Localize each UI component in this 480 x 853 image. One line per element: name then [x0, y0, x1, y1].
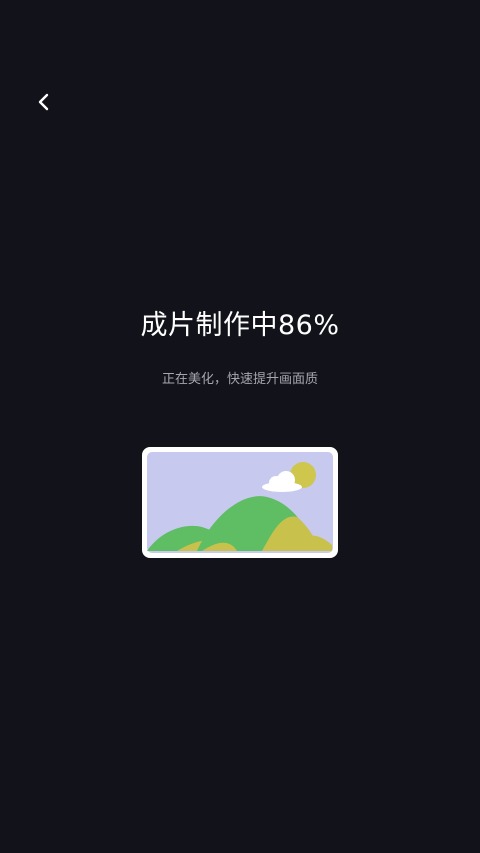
progress-title: 成片制作中86% — [0, 303, 480, 342]
progress-screen: 成片制作中86% 正在美化，快速提升画面质 — [0, 0, 480, 853]
progress-percent: 86% — [277, 310, 340, 341]
back-button[interactable] — [28, 86, 60, 118]
progress-subtitle: 正在美化，快速提升画面质 — [161, 372, 318, 387]
image-placeholder-icon — [142, 447, 338, 558]
chevron-left-icon — [38, 93, 49, 111]
progress-title-text: 成片制作中 — [140, 310, 278, 341]
